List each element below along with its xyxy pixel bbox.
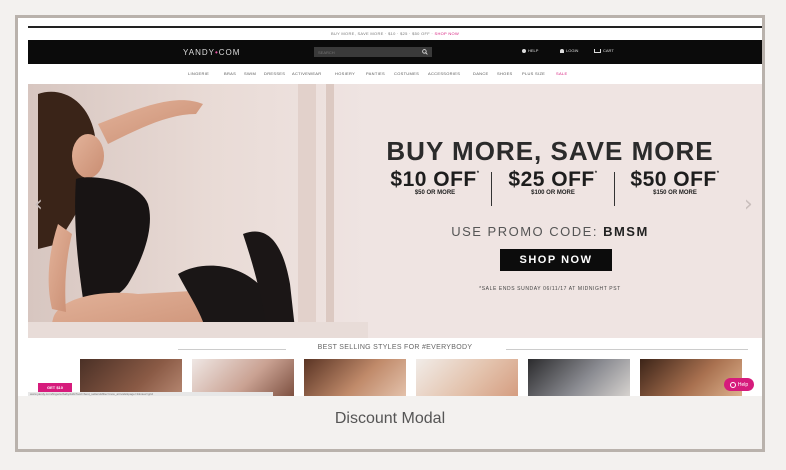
- offer-25-amount: $25 OFF*: [498, 168, 608, 192]
- category-lingerie[interactable]: LINGERIE: [188, 71, 209, 76]
- login-link-label: LOGIN: [566, 48, 579, 53]
- hero-title: BUY MORE, SAVE MORE: [386, 136, 714, 166]
- search-input[interactable]: [314, 47, 414, 57]
- navbar: YANDY•COM HELP LOGIN CART: [28, 40, 762, 64]
- offer-50-amount: $50 OFF*: [620, 168, 730, 192]
- product-thumbnail[interactable]: [640, 359, 742, 396]
- category-swim[interactable]: SWIM: [244, 71, 256, 76]
- category-dance[interactable]: DANCE: [473, 71, 489, 76]
- logo-text: YANDY: [183, 48, 215, 57]
- best-selling-header: BEST SELLING STYLES FOR #EVERYBODY: [28, 344, 762, 354]
- category-hosiery[interactable]: HOSIERY: [335, 71, 355, 76]
- user-icon: [560, 48, 564, 53]
- cart-link-label: CART: [603, 48, 614, 53]
- offer-25-mark: *: [594, 171, 598, 177]
- search-bar[interactable]: [314, 47, 432, 57]
- promo-strip-text: BUY MORE, SAVE MORE · $10 · $25 · $50 OF…: [330, 31, 435, 36]
- product-thumbnails: [28, 359, 762, 396]
- help-chat-button[interactable]: Help: [724, 378, 754, 391]
- cart-link[interactable]: CART: [594, 48, 614, 53]
- offer-divider: [491, 172, 492, 206]
- product-thumbnail[interactable]: [192, 359, 294, 396]
- category-shoes[interactable]: SHOES: [497, 71, 513, 76]
- product-thumbnail[interactable]: [416, 359, 518, 396]
- promo-code-label: USE PROMO CODE:: [451, 224, 604, 239]
- shop-now-button[interactable]: SHOP NOW: [500, 249, 612, 271]
- cart-icon: [594, 48, 601, 53]
- figure-caption: Discount Modal: [334, 410, 446, 427]
- promo-code-line: USE PROMO CODE: BMSM: [380, 224, 720, 239]
- promo-strip-link[interactable]: SHOP NOW: [434, 31, 459, 36]
- offer-10-amount-text: $10 OFF: [390, 168, 477, 191]
- sale-disclaimer: *SALE ENDS SUNDAY 06/11/17 AT MIDNIGHT P…: [479, 286, 621, 292]
- offer-50-amount-text: $50 OFF: [630, 168, 717, 191]
- help-icon: [729, 381, 736, 388]
- category-activewear[interactable]: ACTIVEWEAR: [292, 71, 321, 76]
- category-nav: LINGERIE BRAS SWIM DRESSES ACTIVEWEAR HO…: [28, 70, 762, 82]
- screenshot-frame: BUY MORE, SAVE MORE · $10 · $25 · $50 OF…: [15, 15, 765, 452]
- offer-10: $10 OFF* $50 OR MORE: [384, 168, 486, 196]
- help-link[interactable]: HELP: [522, 48, 538, 53]
- offer-10-mark: *: [476, 171, 480, 177]
- site-logo[interactable]: YANDY•COM: [183, 48, 240, 57]
- website-screenshot: BUY MORE, SAVE MORE · $10 · $25 · $50 OF…: [28, 26, 762, 396]
- offer-10-amount: $10 OFF*: [384, 168, 486, 192]
- help-link-label: HELP: [528, 48, 539, 53]
- offer-25-amount-text: $25 OFF: [508, 168, 595, 191]
- section-rule-right: [506, 349, 748, 350]
- offer-25: $25 OFF* $100 OR MORE: [498, 168, 608, 196]
- hero-model-photo: [28, 84, 368, 338]
- top-rule: [28, 26, 762, 28]
- login-link[interactable]: LOGIN: [560, 48, 578, 53]
- help-button-label: Help: [737, 381, 749, 388]
- offer-50-mark: *: [716, 171, 720, 177]
- promo-code-value: BMSM: [603, 224, 649, 239]
- category-accessories[interactable]: ACCESSORIES: [428, 71, 460, 76]
- carousel-prev-arrow[interactable]: ‹: [34, 192, 43, 217]
- category-dresses[interactable]: DRESSES: [264, 71, 285, 76]
- promo-strip[interactable]: BUY MORE, SAVE MORE · $10 · $25 · $50 OF…: [28, 31, 762, 36]
- hero-banner[interactable]: ‹ › BUY MORE, SAVE MORE $10 OFF* $50 OR …: [28, 84, 762, 338]
- carousel-next-arrow[interactable]: ›: [744, 192, 753, 217]
- product-thumbnail[interactable]: [304, 359, 406, 396]
- offer-50: $50 OFF* $150 OR MORE: [620, 168, 730, 196]
- category-costumes[interactable]: COSTUMES: [394, 71, 419, 76]
- search-icon[interactable]: [422, 49, 428, 55]
- category-bras[interactable]: BRAS: [224, 71, 236, 76]
- product-thumbnail[interactable]: [80, 359, 182, 396]
- category-plus-size[interactable]: PLUS SIZE: [522, 71, 545, 76]
- help-circle-icon: [522, 48, 526, 53]
- get-discount-button[interactable]: GET $10: [38, 383, 72, 392]
- offer-divider: [614, 172, 615, 206]
- category-sale[interactable]: SALE: [556, 71, 567, 76]
- category-panties[interactable]: PANTIES: [366, 71, 385, 76]
- logo-suffix: COM: [218, 48, 241, 57]
- product-thumbnail[interactable]: [528, 359, 630, 396]
